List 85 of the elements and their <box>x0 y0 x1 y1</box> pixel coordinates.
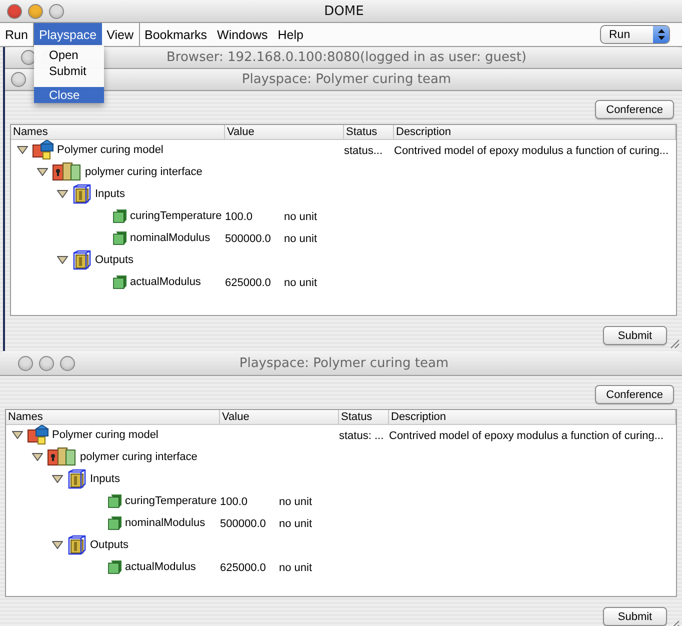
blocks-icon <box>32 140 54 160</box>
value-cell: 625000.0 <box>220 562 266 574</box>
submit-button[interactable]: Submit <box>603 326 667 345</box>
tree-node-label[interactable]: Inputs <box>90 473 120 485</box>
column-header[interactable]: Description <box>394 125 676 140</box>
unit-cell: no unit <box>284 277 318 289</box>
column-header[interactable]: Value <box>220 410 339 425</box>
expanded-triangle-icon[interactable] <box>16 146 28 154</box>
cube-icon <box>108 494 122 508</box>
expanded-triangle-icon[interactable] <box>32 453 42 461</box>
tree-node-label[interactable]: actualModulus <box>130 276 201 288</box>
conference-button[interactable]: Conference <box>595 100 674 119</box>
panels-icon <box>52 162 82 182</box>
column-header[interactable]: Names <box>6 410 220 425</box>
cube-icon <box>113 275 127 289</box>
mode-select[interactable]: Run <box>600 25 670 44</box>
window-title: Playspace: Polymer curing team <box>239 356 449 370</box>
expanded-triangle-icon[interactable] <box>56 256 68 264</box>
unit-cell: no unit <box>284 233 318 245</box>
description-cell: Contrived model of epoxy modulus a function of curing... <box>394 145 669 157</box>
blocks-icon <box>27 425 49 445</box>
tree-node-label[interactable]: Inputs <box>95 188 125 200</box>
menu-item[interactable]: Playspace <box>34 23 102 46</box>
column-header[interactable]: Value <box>225 125 344 140</box>
value-cell: 500000.0 <box>220 518 266 530</box>
expanded-triangle-icon[interactable] <box>52 541 62 549</box>
panels-icon <box>47 447 77 467</box>
expanded-triangle-icon[interactable] <box>56 190 68 198</box>
unit-cell: no unit <box>279 518 312 530</box>
tree-node-label[interactable]: Outputs <box>90 539 129 551</box>
tree-node-label[interactable]: Polymer curing model <box>57 144 164 156</box>
menu-option[interactable]: Submit <box>34 63 104 79</box>
conference-button[interactable]: Conference <box>595 385 674 404</box>
column-header[interactable]: Status <box>339 410 389 425</box>
expanded-triangle-icon[interactable] <box>52 475 62 483</box>
zoom-icon[interactable] <box>49 4 64 18</box>
status-cell: status... <box>344 145 383 157</box>
expanded-triangle-icon[interactable] <box>36 168 48 176</box>
menu-option[interactable]: Open <box>34 47 104 63</box>
cube-icon <box>113 231 127 245</box>
unit-cell: no unit <box>279 562 312 574</box>
tree-node-label[interactable]: curingTemperature <box>130 210 222 222</box>
expanded-triangle-icon[interactable] <box>12 431 22 439</box>
box-icon <box>67 535 87 555</box>
description-cell: Contrived model of epoxy modulus a function of curing... <box>389 430 664 442</box>
window-title: Browser: 192.168.0.100:8080(logged in as user: guest) <box>166 50 526 65</box>
tree-node-label[interactable]: actualModulus <box>125 561 196 573</box>
box-icon <box>67 469 87 489</box>
menu-item[interactable]: Help <box>272 23 308 46</box>
tree-node-label[interactable]: polymer curing interface <box>80 451 198 463</box>
submit-button[interactable]: Submit <box>603 607 667 626</box>
status-cell: status: ... <box>339 430 384 442</box>
app-title: DOME <box>324 4 364 18</box>
window-button-icon[interactable] <box>11 72 26 87</box>
resize-grip-icon[interactable] <box>670 339 680 349</box>
cube-icon <box>108 516 122 530</box>
column-header[interactable]: Names <box>11 125 225 140</box>
window-title: Playspace: Polymer curing team <box>242 72 452 87</box>
column-header[interactable]: Status <box>344 125 394 140</box>
tree-node-label[interactable]: nominalModulus <box>125 517 206 529</box>
menu-option[interactable]: Close <box>34 87 104 103</box>
menu-item[interactable]: Windows <box>212 23 273 46</box>
stepper-arrows-icon <box>658 29 664 40</box>
minimize-icon[interactable] <box>28 4 43 18</box>
menu-item[interactable]: Bookmarks <box>140 23 212 46</box>
box-icon <box>72 250 92 270</box>
tree-node-label[interactable]: Polymer curing model <box>52 429 158 441</box>
cube-icon <box>108 560 122 574</box>
window-button-icon[interactable] <box>18 356 33 370</box>
tree-node-label[interactable]: Outputs <box>95 254 134 266</box>
value-cell: 100.0 <box>220 496 248 508</box>
unit-cell: no unit <box>279 496 312 508</box>
value-cell: 100.0 <box>225 211 253 223</box>
value-cell: 500000.0 <box>225 233 271 245</box>
window-button-icon[interactable] <box>60 356 75 370</box>
column-header[interactable]: Description <box>389 410 676 425</box>
tree-node-label[interactable]: nominalModulus <box>130 232 210 244</box>
value-cell: 625000.0 <box>225 277 271 289</box>
close-icon[interactable] <box>7 4 22 18</box>
cube-icon <box>113 209 127 223</box>
tree-node-label[interactable]: polymer curing interface <box>85 166 202 178</box>
unit-cell: no unit <box>284 211 318 223</box>
tree-node-label[interactable]: curingTemperature <box>125 495 217 507</box>
box-icon <box>72 184 92 204</box>
window-button-icon[interactable] <box>39 356 54 370</box>
